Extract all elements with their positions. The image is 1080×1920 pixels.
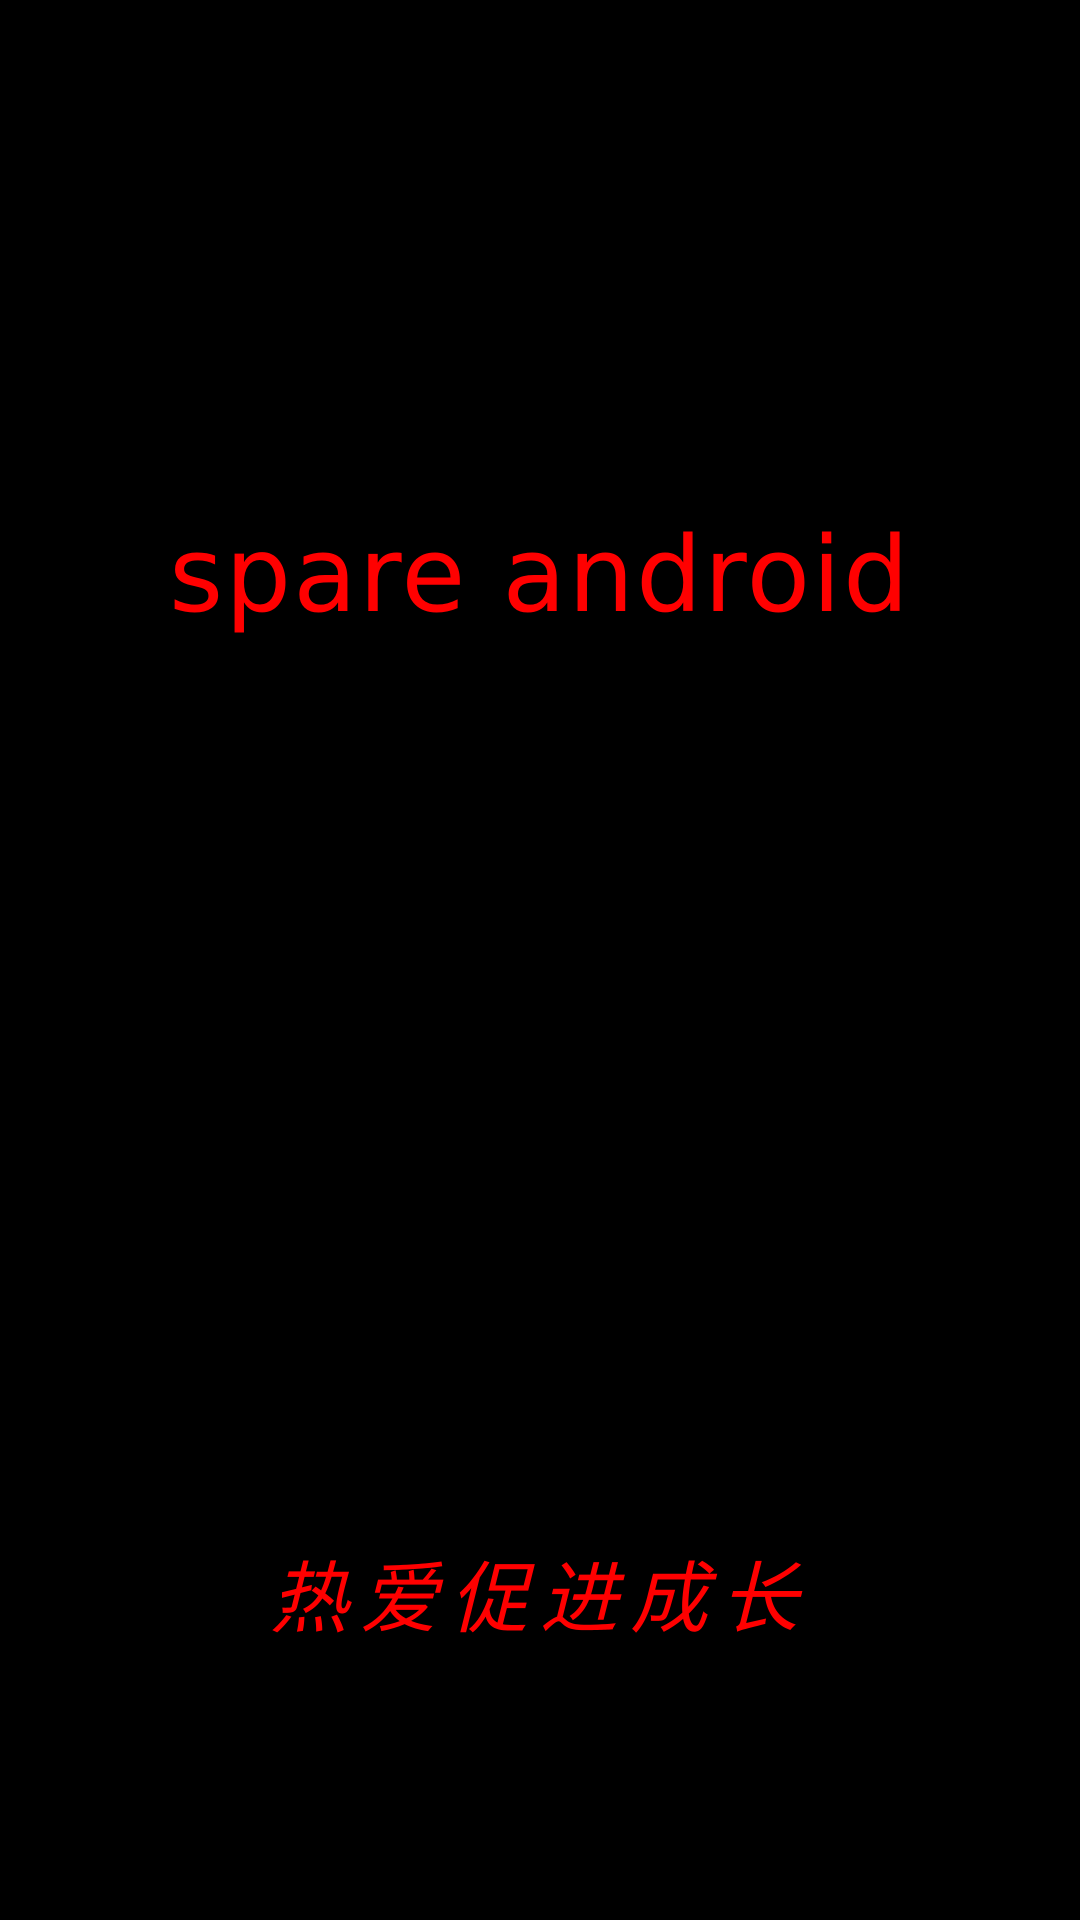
app-name-title: spare android [168, 514, 912, 636]
splash-screen: spare android 热爱促进成长 [0, 0, 1080, 1920]
slogan-text: 热爱促进成长 [269, 1555, 810, 1645]
